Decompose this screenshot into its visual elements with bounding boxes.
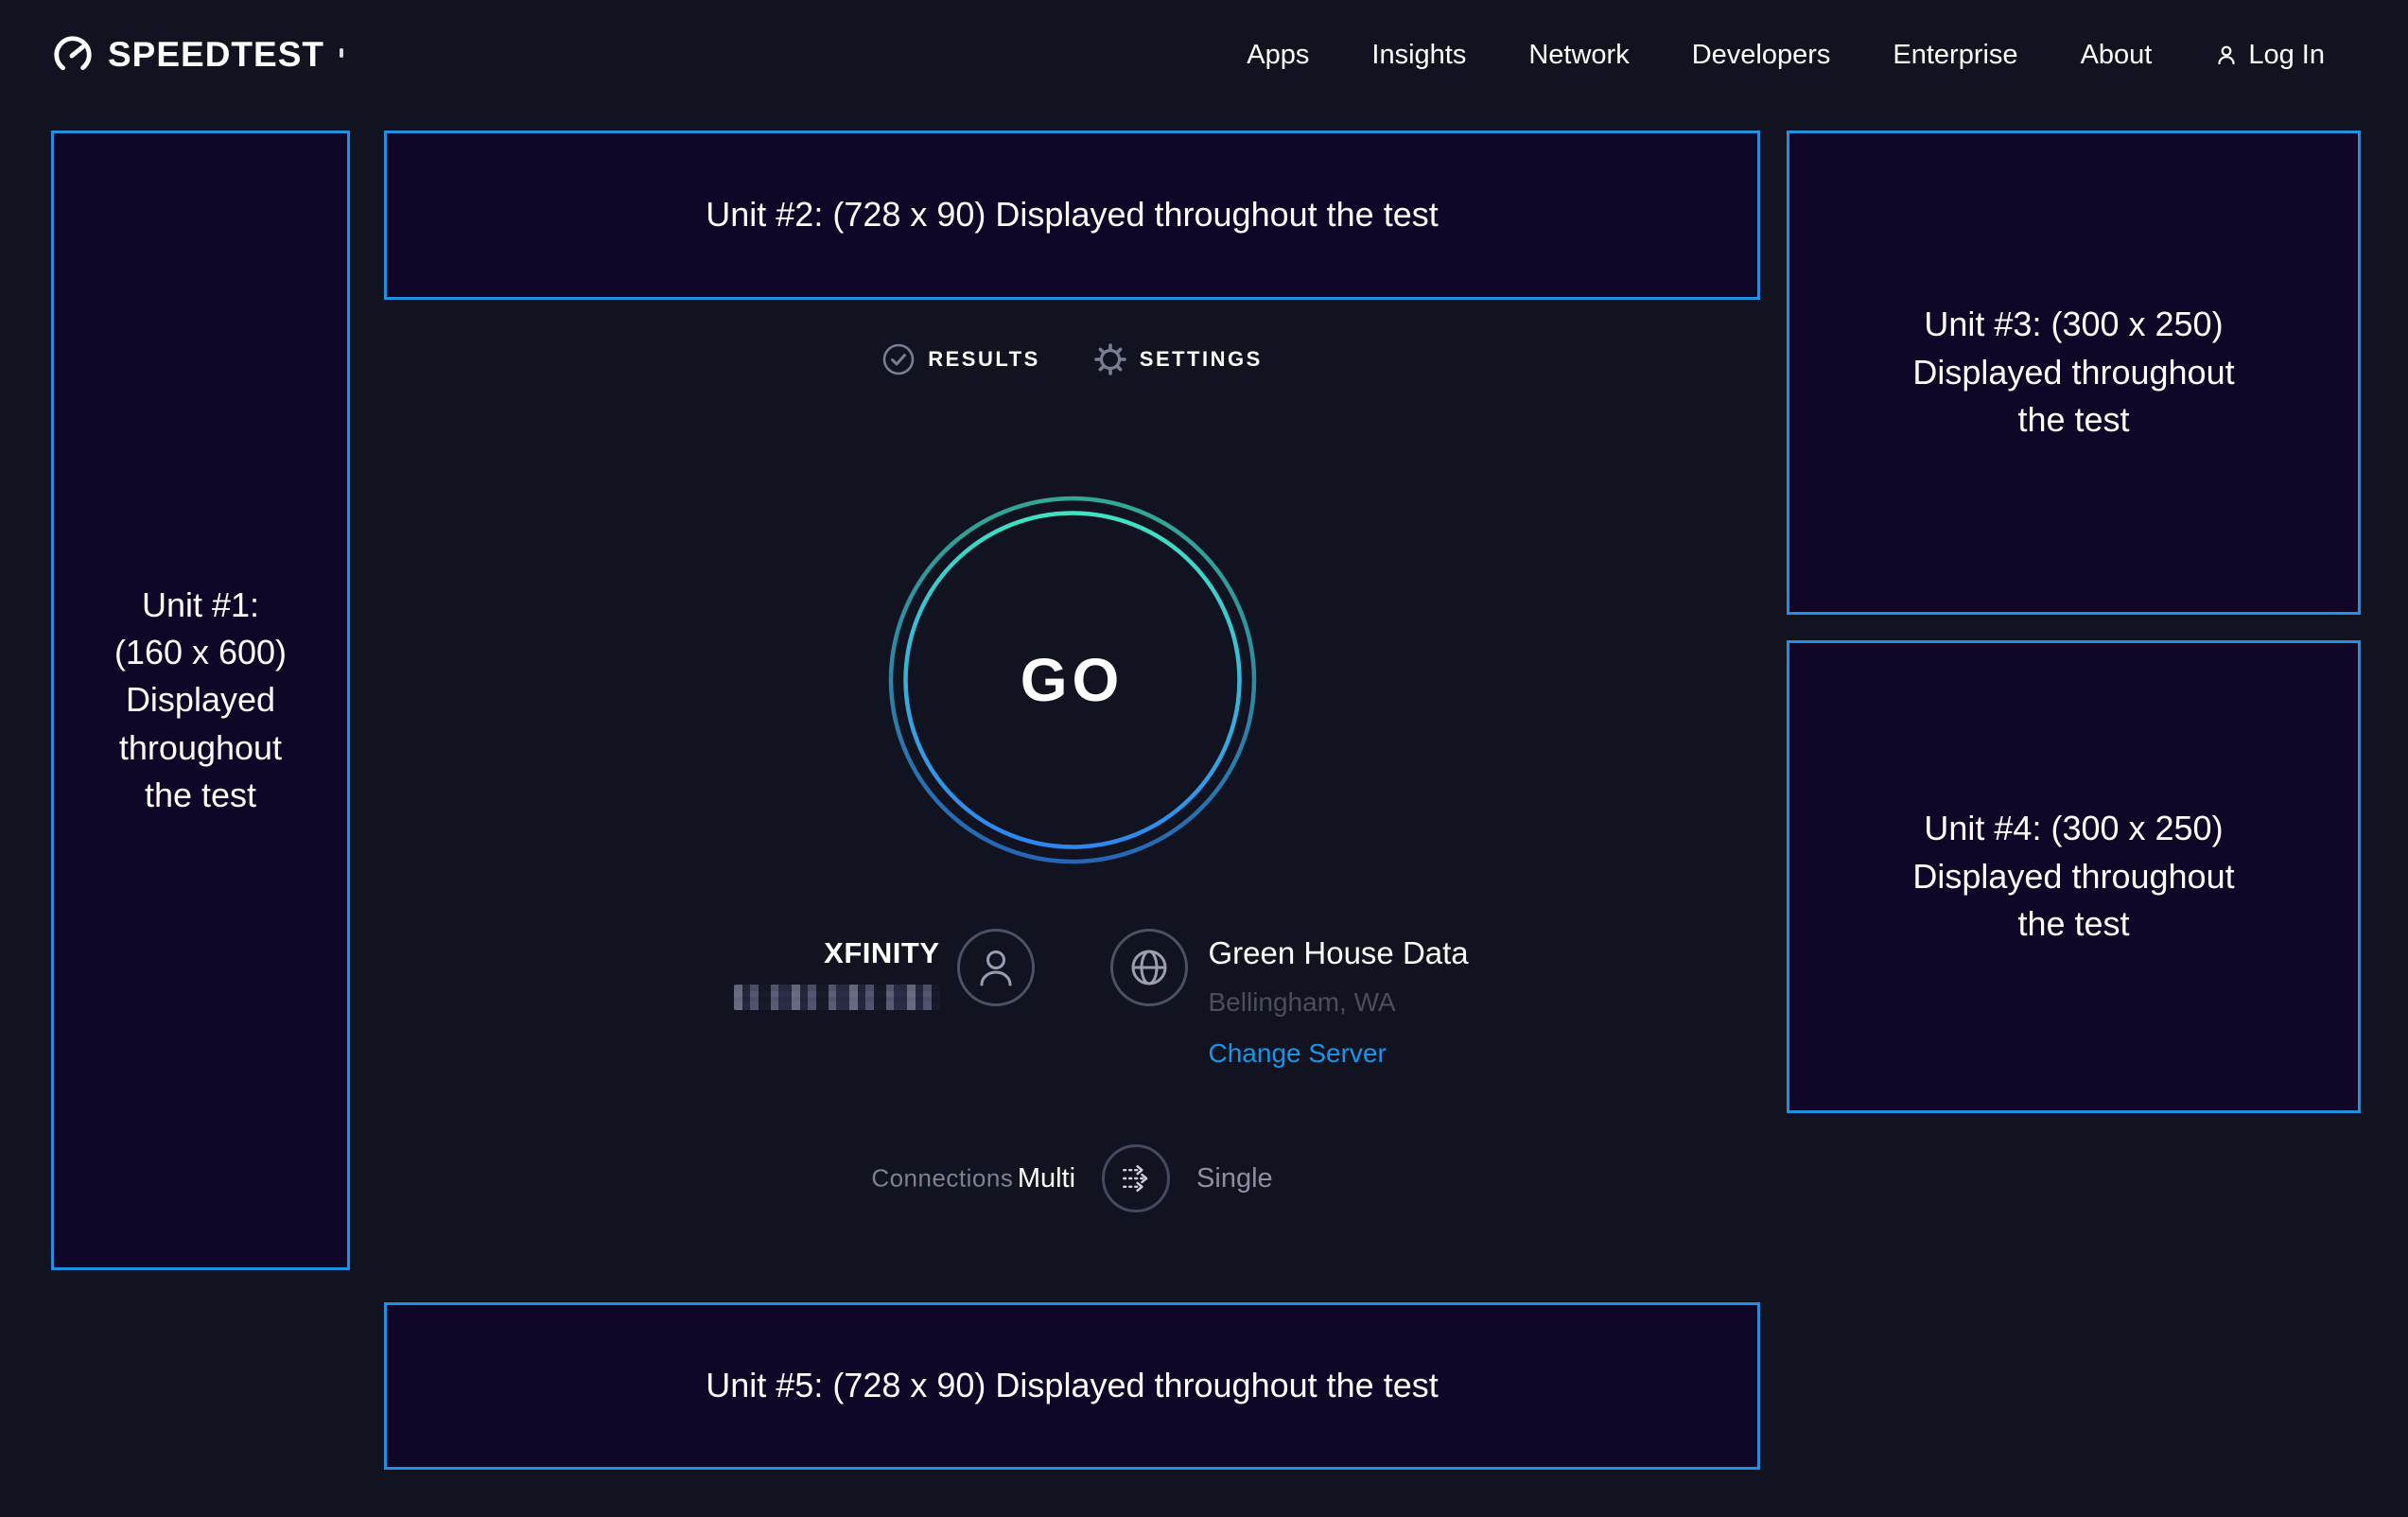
check-circle-icon	[881, 342, 916, 376]
connections-label: Connections	[871, 1164, 1013, 1193]
change-server-link[interactable]: Change Server	[1209, 1038, 1387, 1069]
logo-text: SPEEDTEST	[108, 35, 324, 75]
ad-unit-1[interactable]: Unit #1: (160 x 600) Displayed throughou…	[51, 131, 350, 1270]
nav-item-about[interactable]: About	[2081, 40, 2153, 71]
user-circle-icon	[971, 943, 1021, 992]
speedtest-logo[interactable]: SPEEDTEST	[51, 33, 343, 77]
server-location: Bellingham, WA	[1209, 987, 1396, 1018]
tab-results-label: RESULTS	[928, 347, 1040, 372]
speed-test-area: RESULTS SETTINGS	[384, 0, 1760, 1517]
ip-address-redacted	[734, 985, 940, 1010]
login-label: Log In	[2248, 40, 2325, 71]
connection-info: XFINITY Green House Data Belling	[384, 929, 1760, 1069]
multi-connection-toggle[interactable]	[1102, 1144, 1170, 1212]
connections-section: Connections Multi Single	[384, 1131, 1760, 1212]
ad-unit-1-text: Unit #1: (160 x 600) Displayed throughou…	[114, 582, 287, 820]
tab-results[interactable]: RESULTS	[881, 342, 1040, 376]
isp-user-circle	[957, 929, 1035, 1006]
server-name: Green House Data	[1209, 934, 1469, 972]
ad-unit-4[interactable]: Unit #4: (300 x 250) Displayed throughou…	[1787, 640, 2361, 1113]
tab-settings[interactable]: SETTINGS	[1093, 342, 1263, 376]
server-globe-circle	[1110, 929, 1188, 1006]
tab-bar: RESULTS SETTINGS	[384, 342, 1760, 376]
connections-option-multi[interactable]: Multi	[1018, 1163, 1075, 1194]
trademark-mark	[340, 48, 343, 58]
nav-item-enterprise[interactable]: Enterprise	[1893, 40, 2017, 71]
globe-icon	[1125, 943, 1174, 992]
ad-unit-3[interactable]: Unit #3: (300 x 250) Displayed throughou…	[1787, 131, 2361, 615]
login-link[interactable]: Log In	[2214, 40, 2325, 71]
ad-unit-3-text: Unit #3: (300 x 250) Displayed throughou…	[1912, 301, 2234, 444]
ad-unit-4-text: Unit #4: (300 x 250) Displayed throughou…	[1912, 805, 2234, 948]
isp-name[interactable]: XFINITY	[824, 936, 939, 970]
gear-icon	[1093, 342, 1127, 376]
go-button[interactable]: GO	[888, 496, 1257, 864]
speedtest-gauge-icon	[51, 33, 95, 77]
tab-settings-label: SETTINGS	[1140, 347, 1263, 372]
go-button-label: GO	[888, 496, 1257, 864]
connections-option-single[interactable]: Single	[1196, 1163, 1273, 1194]
multi-connection-icon	[1113, 1156, 1159, 1201]
user-icon	[2214, 43, 2239, 67]
